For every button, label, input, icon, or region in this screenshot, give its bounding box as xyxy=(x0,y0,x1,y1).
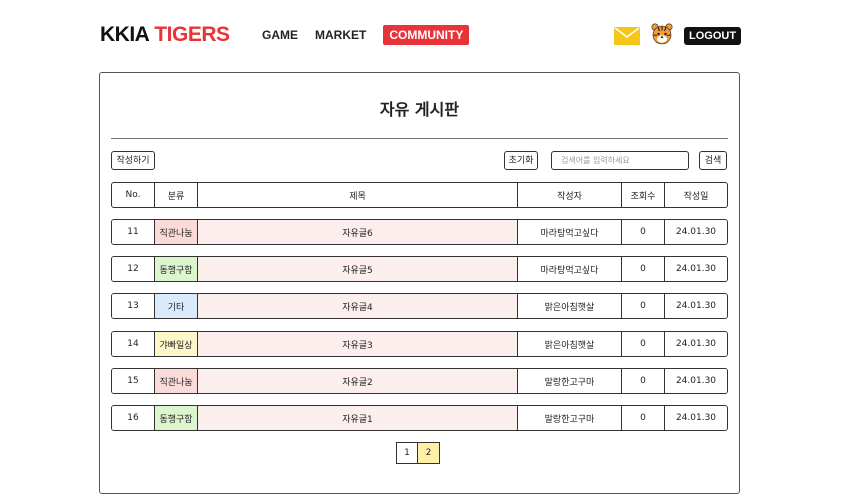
post-views: 0 xyxy=(622,406,665,430)
row-no: 14 xyxy=(112,332,155,356)
post-views: 0 xyxy=(622,294,665,318)
nav-game[interactable]: GAME xyxy=(262,28,298,42)
table-row[interactable]: 13 기타 자유글4 맑은아침햇살 0 24.01.30 xyxy=(111,293,728,319)
post-date: 24.01.30 xyxy=(665,332,727,356)
post-author: 마라탕먹고싶다 xyxy=(518,220,622,244)
post-author: 말랑한고구마 xyxy=(518,369,622,393)
pagination: 1 2 xyxy=(396,442,440,464)
page-2-button[interactable]: 2 xyxy=(418,442,440,464)
reset-button[interactable]: 초기화 xyxy=(504,151,538,170)
category-badge: 갸빠일상 xyxy=(155,332,198,356)
post-views: 0 xyxy=(622,220,665,244)
table-row[interactable]: 16 동행구함 자유글1 말랑한고구마 0 24.01.30 xyxy=(111,405,728,431)
post-title-link[interactable]: 자유글2 xyxy=(198,369,518,393)
row-no: 15 xyxy=(112,369,155,393)
post-views: 0 xyxy=(622,332,665,356)
category-badge: 기타 xyxy=(155,294,198,318)
search-button[interactable]: 검색 xyxy=(699,151,727,170)
table-row[interactable]: 12 동행구함 자유글5 마라탕먹고싶다 0 24.01.30 xyxy=(111,256,728,282)
board-panel: 자유 게시판 작성하기 초기화 검색어를 입력하세요 검색 No. 분류 제목 … xyxy=(99,72,740,494)
column-header-author: 작성자 xyxy=(518,183,622,207)
post-author: 마라탕먹고싶다 xyxy=(518,257,622,281)
post-date: 24.01.30 xyxy=(665,220,727,244)
column-header-views: 조회수 xyxy=(622,183,665,207)
nav-market[interactable]: MARKET xyxy=(315,28,366,42)
post-title-link[interactable]: 자유글6 xyxy=(198,220,518,244)
row-no: 12 xyxy=(112,257,155,281)
search-input[interactable]: 검색어를 입력하세요 xyxy=(551,151,689,170)
mail-icon[interactable] xyxy=(614,27,640,45)
post-author: 맑은아침햇살 xyxy=(518,332,622,356)
logout-button[interactable]: LOGOUT xyxy=(684,27,742,45)
post-views: 0 xyxy=(622,369,665,393)
board-title: 자유 게시판 xyxy=(379,100,460,119)
nav-community[interactable]: COMMUNITY xyxy=(383,25,470,45)
row-no: 11 xyxy=(112,220,155,244)
column-header-no: No. xyxy=(112,183,155,207)
post-title-link[interactable]: 자유글3 xyxy=(198,332,518,356)
row-no: 13 xyxy=(112,294,155,318)
post-date: 24.01.30 xyxy=(665,369,727,393)
table-row[interactable]: 11 직관나눔 자유글6 마라탕먹고싶다 0 24.01.30 xyxy=(111,219,728,245)
post-date: 24.01.30 xyxy=(665,406,727,430)
post-date: 24.01.30 xyxy=(665,257,727,281)
post-title-link[interactable]: 자유글5 xyxy=(198,257,518,281)
column-header-title: 제목 xyxy=(198,183,518,207)
post-title-link[interactable]: 자유글4 xyxy=(198,294,518,318)
category-badge: 직관나눔 xyxy=(155,220,198,244)
post-date: 24.01.30 xyxy=(665,294,727,318)
table-row[interactable]: 14 갸빠일상 자유글3 맑은아침햇살 0 24.01.30 xyxy=(111,331,728,357)
post-title-link[interactable]: 자유글1 xyxy=(198,406,518,430)
site-logo[interactable]: KKIA TIGERS xyxy=(100,23,230,47)
category-badge: 직관나눔 xyxy=(155,369,198,393)
table-header: No. 분류 제목 작성자 조회수 작성일 xyxy=(111,182,728,208)
category-badge: 동행구함 xyxy=(155,257,198,281)
page-1-button[interactable]: 1 xyxy=(396,442,418,464)
post-author: 말랑한고구마 xyxy=(518,406,622,430)
post-views: 0 xyxy=(622,257,665,281)
mail-icon-glyph xyxy=(614,27,640,38)
table-row[interactable]: 15 직관나눔 자유글2 말랑한고구마 0 24.01.30 xyxy=(111,368,728,394)
column-header-category: 분류 xyxy=(155,183,198,207)
column-header-date: 작성일 xyxy=(683,191,709,202)
logo-accent: TIGERS xyxy=(154,23,230,46)
write-button[interactable]: 작성하기 xyxy=(111,151,155,170)
post-author: 맑은아침햇살 xyxy=(518,294,622,318)
main-nav: GAME MARKET COMMUNITY xyxy=(262,25,470,45)
title-divider xyxy=(111,138,728,139)
row-no: 16 xyxy=(112,406,155,430)
category-badge: 동행구함 xyxy=(155,406,198,430)
logo-main: KKIA xyxy=(100,23,150,46)
tiger-avatar-icon[interactable] xyxy=(651,23,673,45)
